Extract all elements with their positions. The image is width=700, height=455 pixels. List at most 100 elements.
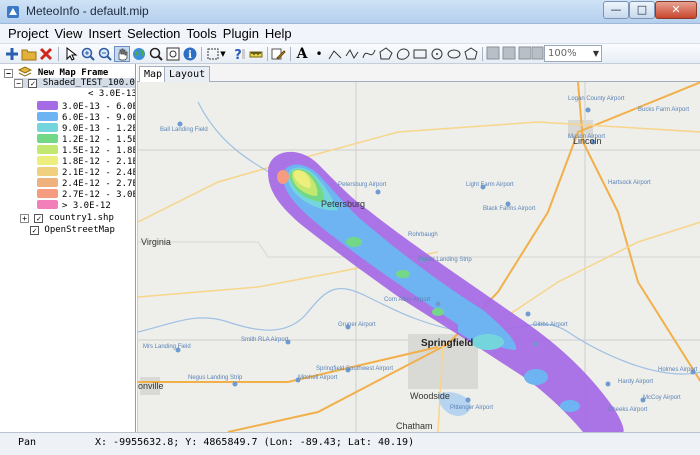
legend-panel: − New Map Frame − ✓ Shaded_TEST_100.0_1 … bbox=[0, 64, 136, 432]
legend-item-label: 1.5E-12 - 1.8E bbox=[62, 146, 136, 156]
point-tool-icon[interactable]: • bbox=[311, 46, 327, 62]
svg-text:?: ? bbox=[234, 48, 242, 62]
maximize-button[interactable]: □ bbox=[629, 1, 655, 19]
text-tool-icon[interactable]: A bbox=[294, 46, 310, 62]
legend-swatch bbox=[37, 156, 58, 165]
layout-icon-1[interactable] bbox=[485, 46, 501, 62]
map-frame-node[interactable]: − New Map Frame bbox=[4, 66, 108, 78]
status-coordinates: X: -9955632.8; Y: 4865849.7 (Lon: -89.43… bbox=[95, 437, 415, 448]
legend-item: 2.4E-12 - 2.7E bbox=[37, 178, 135, 189]
map-label-airport: Springfield Southwest Airport bbox=[316, 366, 394, 372]
legend-item: > 3.0E-12 bbox=[37, 200, 111, 211]
menu-insert[interactable]: Insert bbox=[88, 26, 121, 41]
legend-item-label: 1.2E-12 - 1.5E bbox=[62, 135, 136, 145]
window-title: MeteoInfo - default.mip bbox=[26, 4, 149, 18]
legend-swatch bbox=[37, 112, 58, 121]
layer-checkbox[interactable]: ✓ bbox=[30, 226, 39, 235]
add-layer-icon[interactable] bbox=[4, 46, 20, 62]
zoom-value: 100% bbox=[548, 48, 577, 59]
menu-help[interactable]: Help bbox=[265, 26, 292, 41]
curve-tool-icon[interactable] bbox=[361, 46, 377, 62]
measure-icon[interactable] bbox=[248, 46, 264, 62]
ellipse-tool-icon[interactable] bbox=[446, 46, 462, 62]
app-icon bbox=[7, 6, 19, 18]
layer-country[interactable]: + ✓ country1.shp bbox=[20, 213, 114, 223]
menu-view[interactable]: View bbox=[54, 26, 82, 41]
map-label-airport: Black Farms Airport bbox=[483, 206, 536, 212]
globe-icon[interactable] bbox=[131, 46, 147, 62]
map-label-airport: Gibbs Airport bbox=[533, 322, 568, 328]
legend-item-label: < 3.0E-13 bbox=[88, 89, 136, 99]
tab-map[interactable]: Map bbox=[139, 66, 168, 83]
toolbar: i ▼ ? A • 100% ▼ bbox=[0, 44, 700, 64]
layer-checkbox[interactable]: ✓ bbox=[34, 214, 44, 223]
plume bbox=[268, 151, 624, 432]
legend-item: 1.2E-12 - 1.5E bbox=[37, 134, 136, 145]
close-button[interactable]: ✕ bbox=[655, 1, 697, 19]
zoom-to-layer-icon[interactable] bbox=[148, 46, 164, 62]
legend-item-label: 2.7E-12 - 3.0E bbox=[62, 190, 136, 200]
legend-item: < 3.0E-13 bbox=[88, 89, 136, 100]
map-label-airport: Holmes Airport bbox=[658, 367, 698, 373]
expand-icon[interactable]: + bbox=[20, 214, 29, 223]
map-label-airport: Mrs Landing Field bbox=[143, 344, 191, 350]
layer-shaded[interactable]: − ✓ Shaded_TEST_100.0_1 bbox=[14, 78, 136, 88]
legend-swatch bbox=[37, 178, 58, 187]
tab-layout[interactable]: Layout bbox=[164, 66, 211, 82]
map-label-chatham: Chatham bbox=[396, 421, 433, 431]
polyline-tool-icon[interactable] bbox=[344, 46, 360, 62]
menu-project[interactable]: Project bbox=[8, 26, 48, 41]
curve-polygon-icon[interactable] bbox=[395, 46, 411, 62]
collapse-icon[interactable]: − bbox=[14, 79, 23, 88]
map-label-springfield: Springfield bbox=[421, 338, 474, 349]
full-extent-icon[interactable] bbox=[165, 46, 181, 62]
menu-tools[interactable]: Tools bbox=[186, 26, 216, 41]
layer-osm[interactable]: ✓ OpenStreetMap bbox=[30, 225, 115, 235]
collapse-icon[interactable]: − bbox=[4, 69, 13, 78]
legend-item-label: > 3.0E-12 bbox=[62, 201, 111, 211]
map-label-airport: Logan County Airport bbox=[568, 96, 625, 102]
map-label-airport: Ball Landing Field bbox=[160, 127, 208, 133]
layout-icon-4[interactable] bbox=[531, 46, 544, 62]
map-label-woodside: Woodside bbox=[410, 391, 450, 401]
pentagon-tool-icon[interactable] bbox=[463, 46, 479, 62]
chevron-down-icon[interactable]: ▼ bbox=[219, 46, 227, 62]
edit-pencil-icon[interactable] bbox=[270, 46, 286, 62]
minimize-button[interactable]: — bbox=[603, 1, 629, 19]
legend-swatch bbox=[37, 189, 58, 198]
layer-shaded-label: Shaded_TEST_100.0_1 bbox=[42, 78, 136, 88]
zoom-select[interactable]: 100% ▼ bbox=[544, 45, 602, 62]
legend-item: 9.0E-13 - 1.2E bbox=[37, 123, 135, 134]
menu-plugin[interactable]: Plugin bbox=[223, 26, 259, 41]
line-tool-icon[interactable] bbox=[327, 46, 343, 62]
view-tabs: Map Layout bbox=[137, 64, 700, 83]
chevron-down-icon: ▼ bbox=[592, 49, 599, 58]
select-arrow-icon[interactable] bbox=[63, 46, 79, 62]
map-label-airport: Cheeks Airport bbox=[608, 407, 648, 413]
layer-checkbox[interactable]: ✓ bbox=[28, 79, 38, 88]
circle-tool-icon[interactable] bbox=[429, 46, 445, 62]
legend-item-label: 6.0E-13 - 9.0E bbox=[62, 113, 136, 123]
layout-icon-3[interactable] bbox=[517, 46, 533, 62]
map-label-jacksonville: onville bbox=[138, 381, 164, 391]
legend-swatch bbox=[37, 145, 58, 154]
pan-hand-icon[interactable] bbox=[114, 46, 130, 62]
help-query-icon[interactable]: ? bbox=[231, 46, 247, 63]
remove-layer-icon[interactable] bbox=[38, 46, 54, 62]
zoom-out-icon[interactable] bbox=[97, 46, 113, 62]
rectangle-tool-icon[interactable] bbox=[412, 46, 428, 62]
open-folder-icon[interactable] bbox=[21, 46, 37, 62]
map-label-airport: Smith RLA Airport bbox=[241, 337, 289, 343]
polygon-tool-icon[interactable] bbox=[378, 46, 394, 62]
zoom-in-icon[interactable] bbox=[80, 46, 96, 62]
legend-item: 2.1E-12 - 2.4E bbox=[37, 167, 136, 178]
map-view[interactable]: Springfield Petersburg Virginia Woodside… bbox=[137, 82, 700, 432]
identify-icon[interactable]: i bbox=[182, 46, 198, 62]
svg-text:i: i bbox=[188, 50, 192, 61]
map-label-airport: Fisher Landing Strip bbox=[418, 257, 472, 263]
legend-item-label: 2.1E-12 - 2.4E bbox=[62, 168, 136, 178]
map-label-airport: Bucks Farm Airport bbox=[638, 107, 690, 113]
menu-selection[interactable]: Selection bbox=[127, 26, 180, 41]
layout-icon-2[interactable] bbox=[501, 46, 517, 62]
map-label-airport: Hardy Airport bbox=[618, 379, 654, 385]
